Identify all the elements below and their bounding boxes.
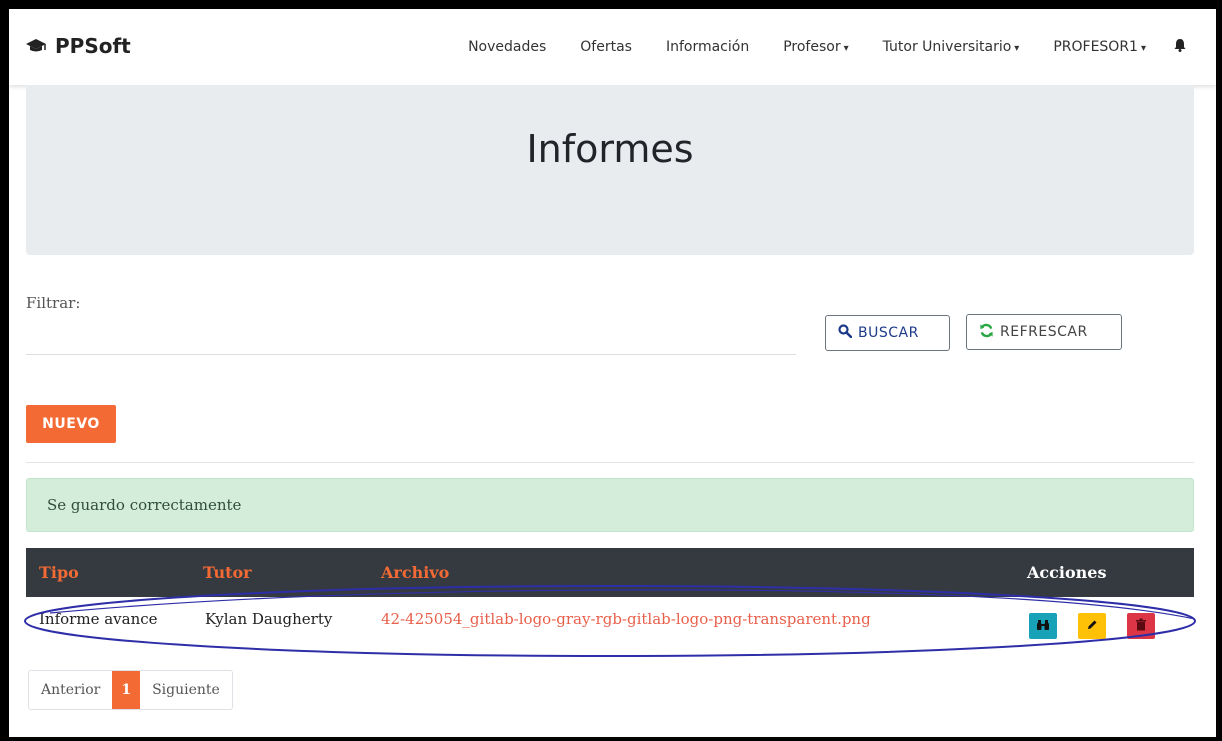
search-icon [838, 324, 853, 342]
refresh-icon [979, 323, 994, 342]
chevron-down-icon: ▾ [843, 43, 849, 54]
pagination-prev[interactable]: Anterior [29, 671, 112, 709]
divider [26, 462, 1194, 463]
success-alert: Se guardo correctamente [26, 478, 1194, 532]
nav-item-tutor-universitario[interactable]: Tutor Universitario ▾ [883, 39, 1020, 55]
column-header-tutor[interactable]: Tutor [203, 563, 252, 582]
nav-item-informacion[interactable]: Información [666, 39, 749, 55]
bell-icon[interactable] [1174, 38, 1186, 56]
search-button-label: BUSCAR [858, 325, 919, 341]
refresh-button[interactable]: REFRESCAR [966, 314, 1122, 350]
new-report-button[interactable]: NUEVO [26, 405, 116, 443]
pagination: Anterior 1 Siguiente [28, 670, 233, 710]
page-header: Informes [26, 85, 1194, 255]
column-header-acciones: Acciones [1027, 563, 1107, 582]
binoculars-icon [1036, 619, 1050, 634]
brand[interactable]: PPSoft [25, 34, 131, 58]
nav-item-ofertas[interactable]: Ofertas [580, 39, 632, 55]
chevron-down-icon: ▾ [1140, 43, 1146, 54]
graduation-cap-icon [25, 38, 47, 54]
table-row: Informe avance Kylan Daugherty 42-425054… [26, 597, 1194, 645]
chevron-down-icon: ▾ [1014, 43, 1020, 54]
refresh-button-label: REFRESCAR [1000, 324, 1088, 340]
page-title: Informes [526, 127, 694, 171]
navbar: PPSoft Novedades Ofertas Información Pro… [9, 9, 1216, 85]
delete-button[interactable] [1127, 613, 1155, 639]
cell-tutor: Kylan Daugherty [205, 610, 333, 628]
trash-icon [1135, 618, 1147, 634]
alert-message: Se guardo correctamente [47, 496, 242, 514]
nav-item-profesor[interactable]: Profesor ▾ [783, 39, 848, 55]
pagination-next[interactable]: Siguiente [140, 671, 232, 709]
file-link[interactable]: 42-425054_gitlab-logo-gray-rgb-gitlab-lo… [381, 610, 871, 628]
search-button[interactable]: BUSCAR [825, 315, 950, 351]
column-header-tipo[interactable]: Tipo [39, 563, 79, 582]
main-nav: Novedades Ofertas Información Profesor ▾ … [434, 38, 1186, 56]
cell-tipo: Informe avance [39, 610, 158, 628]
view-button[interactable] [1029, 613, 1057, 639]
nav-item-user-menu[interactable]: PROFESOR1 ▾ [1053, 39, 1146, 55]
filter-input[interactable] [26, 318, 796, 355]
table-header: Tipo Tutor Archivo Acciones [26, 548, 1194, 597]
pencil-icon [1086, 619, 1098, 634]
filter-label: Filtrar: [26, 294, 81, 312]
column-header-archivo[interactable]: Archivo [381, 563, 449, 582]
brand-name: PPSoft [55, 34, 131, 58]
pagination-page[interactable]: 1 [112, 671, 141, 709]
edit-button[interactable] [1078, 613, 1106, 639]
nav-item-novedades[interactable]: Novedades [468, 39, 546, 55]
